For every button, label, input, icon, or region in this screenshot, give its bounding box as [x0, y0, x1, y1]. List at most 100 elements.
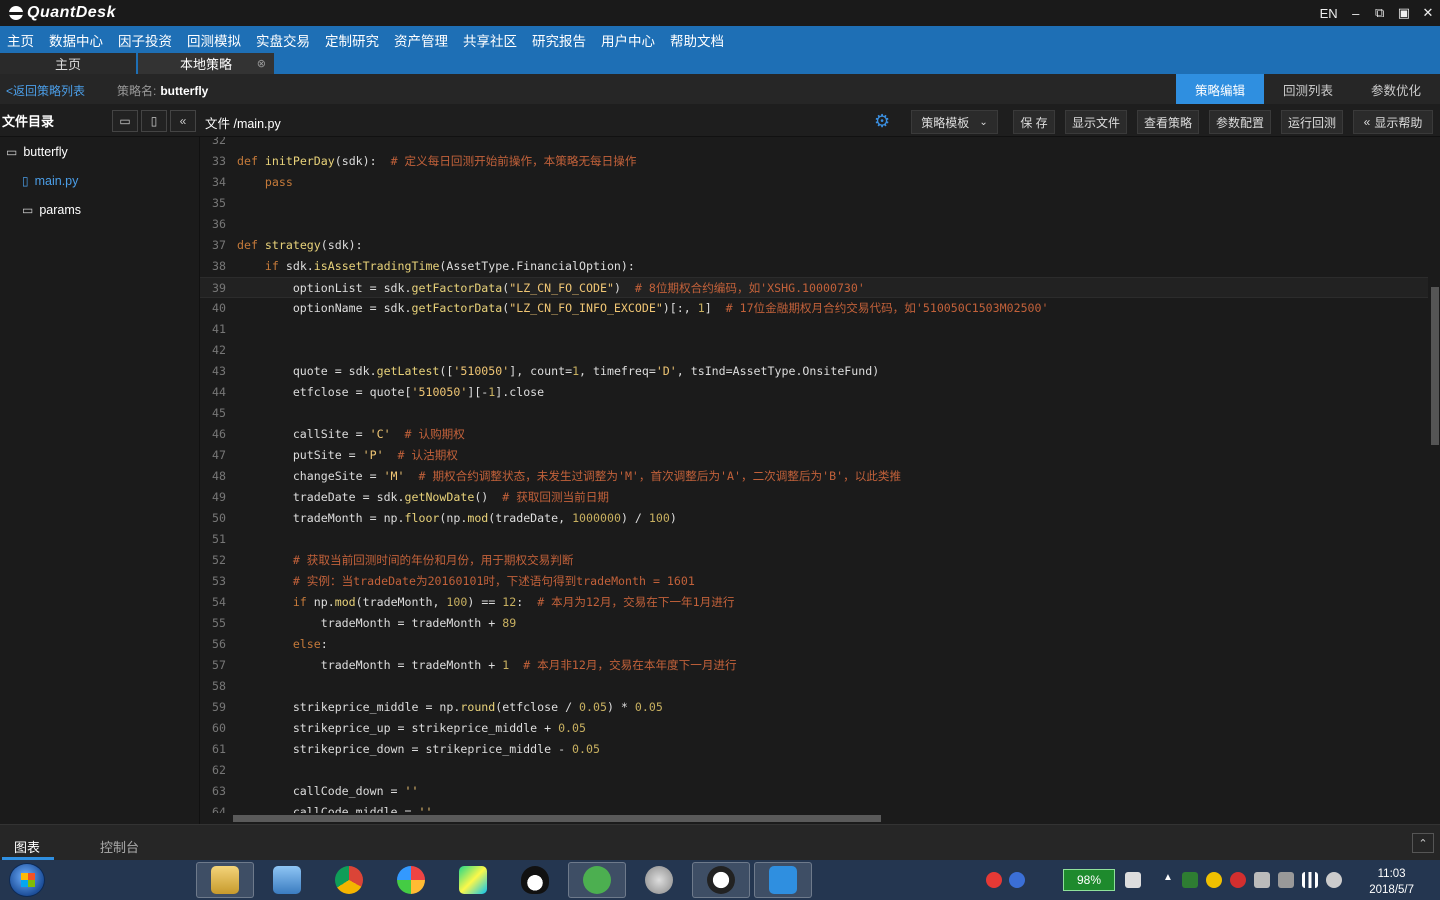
- close-window-button[interactable]: ✕: [1422, 5, 1434, 21]
- code-line[interactable]: 48 changeSite = 'M' # 期权合约调整状态，未发生过调整为'M…: [200, 466, 1428, 487]
- taskbar-qq[interactable]: [506, 862, 564, 898]
- signal-icon[interactable]: [1302, 872, 1318, 888]
- code-line[interactable]: 60 strikeprice_up = strikeprice_middle +…: [200, 718, 1428, 739]
- new-file-button[interactable]: ▯: [141, 110, 167, 132]
- help-icon[interactable]: [1009, 872, 1025, 888]
- code-line[interactable]: 42: [200, 340, 1428, 361]
- menu-item-factor-investing[interactable]: 因子投资: [118, 30, 172, 50]
- code-line[interactable]: 45: [200, 403, 1428, 424]
- run-backtest-button[interactable]: 运行回测: [1281, 110, 1343, 134]
- code-line[interactable]: 49 tradeDate = sdk.getNowDate() # 获取回测当前…: [200, 487, 1428, 508]
- back-to-list-link[interactable]: <返回策略列表: [6, 82, 85, 99]
- menu-item-community[interactable]: 共享社区: [463, 30, 517, 50]
- code-line[interactable]: 53 # 实例：当tradeDate为20160101时，下述语句得到trade…: [200, 571, 1428, 592]
- code-line[interactable]: 38 if sdk.isAssetTradingTime(AssetType.F…: [200, 256, 1428, 277]
- tab-close-icon[interactable]: ⊗: [257, 57, 266, 70]
- taskbar-explorer[interactable]: [196, 862, 254, 898]
- menu-item-backtest[interactable]: 回测模拟: [187, 30, 241, 50]
- tab-console[interactable]: 控制台: [100, 837, 139, 856]
- battery-indicator[interactable]: 98%: [1063, 869, 1115, 891]
- language-toggle[interactable]: EN: [1320, 6, 1338, 21]
- network-flag-icon[interactable]: [1254, 872, 1270, 888]
- collapse-sidebar-button[interactable]: «: [170, 110, 196, 132]
- code-line[interactable]: 34 pass: [200, 172, 1428, 193]
- code-line[interactable]: 41: [200, 319, 1428, 340]
- menu-item-data-center[interactable]: 数据中心: [49, 30, 103, 50]
- code-line[interactable]: 33 def initPerDay(sdk): # 定义每日回测开始前操作，本策…: [200, 151, 1428, 172]
- code-line[interactable]: 32: [200, 137, 1428, 151]
- code-line[interactable]: 64 callCode_middle = '': [200, 802, 1428, 813]
- tree-folder-params[interactable]: ▭ params: [22, 203, 81, 217]
- taskbar-app-green[interactable]: [568, 862, 626, 898]
- new-folder-button[interactable]: ▭: [112, 110, 138, 132]
- tree-file-main[interactable]: ▯ main.py: [22, 174, 78, 188]
- code-line[interactable]: 54 if np.mod(tradeMonth, 100) == 12: # 本…: [200, 592, 1428, 613]
- view-strategy-button[interactable]: 查看策略: [1137, 110, 1199, 134]
- tab-chart[interactable]: 图表: [14, 837, 40, 856]
- weibo-icon[interactable]: [1230, 872, 1246, 888]
- save-button[interactable]: 保 存: [1013, 110, 1055, 134]
- tab-backtest-list[interactable]: 回测列表: [1264, 74, 1352, 104]
- menu-item-reports[interactable]: 研究报告: [532, 30, 586, 50]
- show-file-button[interactable]: 显示文件: [1065, 110, 1127, 134]
- security-app-icon[interactable]: [1206, 872, 1222, 888]
- minimize-button[interactable]: –: [1350, 6, 1362, 21]
- code-line[interactable]: 35: [200, 193, 1428, 214]
- show-hidden-icons[interactable]: ▲: [1160, 872, 1176, 888]
- code-line[interactable]: 40 optionName = sdk.getFactorData("LZ_CN…: [200, 298, 1428, 319]
- menu-item-live-trading[interactable]: 实盘交易: [256, 30, 310, 50]
- power-plug-icon[interactable]: [1125, 872, 1141, 888]
- vertical-scrollbar[interactable]: [1428, 137, 1440, 813]
- code-line[interactable]: 39 optionList = sdk.getFactorData("LZ_CN…: [200, 277, 1428, 298]
- expand-panel-button[interactable]: ⌃: [1412, 833, 1434, 853]
- code-line[interactable]: 63 callCode_down = '': [200, 781, 1428, 802]
- strategy-template-dropdown[interactable]: 策略模板 ⌄: [911, 110, 998, 134]
- tab-param-optimize[interactable]: 参数优化: [1352, 74, 1440, 104]
- tree-folder-butterfly[interactable]: ▭ butterfly: [6, 145, 68, 159]
- tab-local-strategy[interactable]: 本地策略 ⊗: [138, 53, 274, 74]
- code-line[interactable]: 55 tradeMonth = tradeMonth + 89: [200, 613, 1428, 634]
- code-line[interactable]: 58: [200, 676, 1428, 697]
- taskbar-pycharm[interactable]: [444, 862, 502, 898]
- taskbar-media-player[interactable]: [258, 862, 316, 898]
- tab-home[interactable]: 主页: [0, 53, 136, 74]
- code-line[interactable]: 50 tradeMonth = np.floor(np.mod(tradeDat…: [200, 508, 1428, 529]
- menu-item-help-docs[interactable]: 帮助文档: [670, 30, 724, 50]
- sogou-icon[interactable]: [986, 872, 1002, 888]
- settings-gear-icon[interactable]: ⚙: [874, 111, 890, 132]
- system-clock[interactable]: 11:03 2018/5/7: [1369, 866, 1414, 898]
- code-line[interactable]: 51: [200, 529, 1428, 550]
- menu-item-user-center[interactable]: 用户中心: [601, 30, 655, 50]
- vertical-scroll-thumb[interactable]: [1431, 287, 1439, 445]
- show-help-button[interactable]: « 显示帮助: [1353, 110, 1433, 134]
- horizontal-scrollbar[interactable]: [200, 813, 1428, 824]
- code-line[interactable]: 52 # 获取当前回测时间的年份和月份，用于期权交易判断: [200, 550, 1428, 571]
- volume-icon[interactable]: [1326, 872, 1342, 888]
- start-button[interactable]: [9, 863, 45, 897]
- taskbar-settings-app[interactable]: [630, 862, 688, 898]
- code-line[interactable]: 47 putSite = 'P' # 认沽期权: [200, 445, 1428, 466]
- menu-item-asset-management[interactable]: 资产管理: [394, 30, 448, 50]
- code-line[interactable]: 43 quote = sdk.getLatest(['510050'], cou…: [200, 361, 1428, 382]
- code-line[interactable]: 59 strikeprice_middle = np.round(etfclos…: [200, 697, 1428, 718]
- code-line[interactable]: 61 strikeprice_down = strikeprice_middle…: [200, 739, 1428, 760]
- clipboard-icon[interactable]: [1278, 872, 1294, 888]
- code-line[interactable]: 62: [200, 760, 1428, 781]
- tab-strategy-edit[interactable]: 策略编辑: [1176, 74, 1264, 104]
- restore-button[interactable]: ⧉: [1374, 5, 1386, 21]
- code-line[interactable]: 57 tradeMonth = tradeMonth + 1 # 本月非12月，…: [200, 655, 1428, 676]
- taskbar-browser[interactable]: [382, 862, 440, 898]
- maximize-button[interactable]: ▣: [1398, 5, 1410, 21]
- code-line[interactable]: 37 def strategy(sdk):: [200, 235, 1428, 256]
- horizontal-scroll-thumb[interactable]: [233, 815, 881, 822]
- code-line[interactable]: 46 callSite = 'C' # 认购期权: [200, 424, 1428, 445]
- code-line[interactable]: 56 else:: [200, 634, 1428, 655]
- param-config-button[interactable]: 参数配置: [1209, 110, 1271, 134]
- taskbar-reader[interactable]: [754, 862, 812, 898]
- menu-item-home[interactable]: 主页: [7, 30, 34, 50]
- taskbar-quantdesk[interactable]: [692, 862, 750, 898]
- code-line[interactable]: 44 etfclose = quote['510050'][-1].close: [200, 382, 1428, 403]
- code-line[interactable]: 36: [200, 214, 1428, 235]
- shield-icon[interactable]: [1182, 872, 1198, 888]
- menu-item-custom-research[interactable]: 定制研究: [325, 30, 379, 50]
